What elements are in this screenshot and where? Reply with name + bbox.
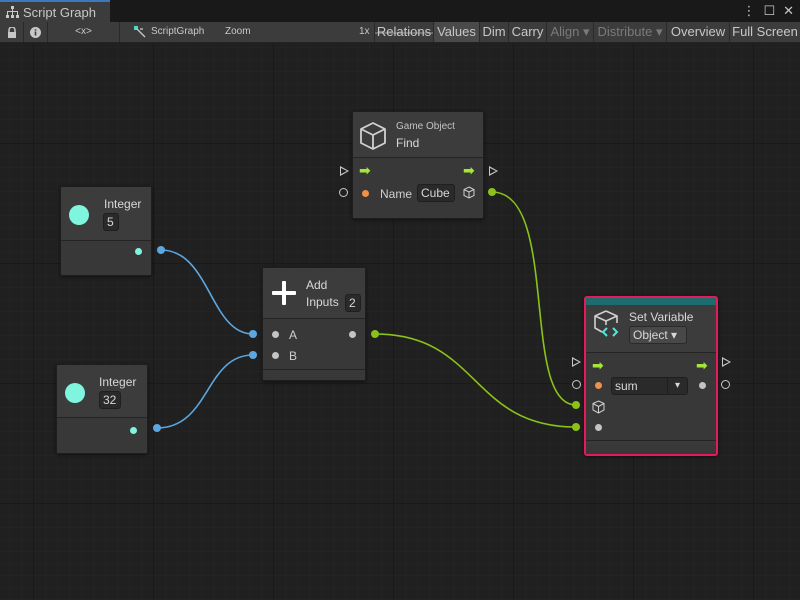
value-input-port[interactable]: [595, 424, 602, 431]
name-input-port[interactable]: [595, 382, 602, 389]
script-graph-icon: [134, 26, 146, 38]
integer-value-field[interactable]: 32: [99, 391, 121, 409]
node-integer-5[interactable]: Integer 5: [60, 186, 152, 276]
node-title: Add: [306, 278, 328, 292]
integer-output-port[interactable]: [135, 248, 142, 255]
graph-name[interactable]: ScriptGraph: [151, 22, 204, 42]
value-in-port[interactable]: [572, 380, 581, 389]
align-dropdown[interactable]: Align ▾: [547, 22, 594, 42]
relations-button[interactable]: Relations: [375, 22, 434, 42]
node-title: Integer: [104, 197, 142, 211]
sum-output-port[interactable]: [349, 331, 356, 338]
input-port-a[interactable]: [272, 331, 279, 338]
node-category: Game Object: [396, 121, 455, 132]
flow-input-arrow-icon: ➡: [592, 357, 604, 373]
flow-out-port[interactable]: [722, 357, 731, 367]
flow-out-port[interactable]: [489, 166, 498, 176]
node-gameobject-find[interactable]: Game Object Find ➡ ➡ Name Cube: [352, 111, 484, 219]
name-field[interactable]: Cube: [417, 184, 455, 202]
dim-button[interactable]: Dim: [480, 22, 509, 42]
flow-in-port[interactable]: [572, 357, 581, 367]
value-in-port[interactable]: [339, 188, 348, 197]
close-icon[interactable]: ✕: [783, 3, 794, 19]
embed-button[interactable]: <x>: [48, 22, 120, 42]
integer-value-field[interactable]: 5: [103, 213, 119, 231]
string-input-port[interactable]: [362, 190, 369, 197]
values-button[interactable]: Values: [434, 22, 480, 42]
node-title: Integer: [99, 375, 137, 389]
title-bar: Script Graph ⋮ ☐ ✕: [0, 0, 800, 22]
node-add[interactable]: Add Inputs 2 A B: [262, 267, 366, 381]
variable-cube-icon: [594, 310, 619, 337]
target-gameobject-icon: [592, 400, 605, 414]
gameobject-output-icon: [463, 186, 475, 199]
node-title: Find: [396, 136, 420, 150]
flow-in-port[interactable]: [340, 166, 349, 176]
lock-button[interactable]: [0, 22, 24, 42]
full-screen-button[interactable]: Full Screen: [730, 22, 800, 42]
port-a-label: A: [289, 328, 298, 342]
tab-script-graph[interactable]: Script Graph: [0, 0, 110, 22]
port-b-label: B: [289, 349, 298, 363]
node-title: Set Variable: [629, 310, 694, 324]
info-icon: [30, 27, 41, 38]
integer-icon: [69, 205, 89, 225]
flow-output-arrow-icon: ➡: [463, 162, 475, 178]
plus-icon: [272, 281, 296, 305]
inputs-count-field[interactable]: 2: [345, 294, 361, 312]
zoom-label: Zoom: [225, 26, 251, 37]
variable-name-field[interactable]: sum: [611, 377, 668, 395]
node-set-variable[interactable]: Set Variable Object ▾ ➡ ➡ sum ▾: [584, 296, 718, 456]
tab-label: Script Graph: [23, 5, 96, 20]
hierarchy-icon: [6, 6, 19, 18]
embed-icon: <x>: [75, 26, 92, 37]
flow-input-arrow-icon: ➡: [359, 162, 371, 178]
overview-button[interactable]: Overview: [667, 22, 730, 42]
input-port-b[interactable]: [272, 352, 279, 359]
integer-icon: [65, 383, 85, 403]
flow-output-arrow-icon: ➡: [696, 357, 708, 373]
node-integer-32[interactable]: Integer 32: [56, 364, 148, 454]
toolbar: <x> ScriptGraph Zoom 1x Relations Values…: [0, 22, 800, 43]
node-color-bar: [586, 298, 716, 305]
zoom-value: 1x: [359, 26, 370, 37]
graph-breadcrumb: ScriptGraph Zoom 1x: [120, 22, 475, 42]
lock-icon: [7, 26, 16, 38]
variable-name-dropdown[interactable]: ▾: [667, 377, 688, 395]
variable-kind-dropdown[interactable]: Object ▾: [629, 326, 687, 344]
cube-icon: [360, 122, 386, 150]
more-menu-icon[interactable]: ⋮: [742, 3, 755, 19]
distribute-dropdown[interactable]: Distribute ▾: [594, 22, 667, 42]
info-button[interactable]: [24, 22, 48, 42]
maximize-icon[interactable]: ☐: [763, 3, 775, 19]
inputs-label: Inputs: [306, 295, 339, 309]
value-output-port[interactable]: [699, 382, 706, 389]
value-out-port[interactable]: [721, 380, 730, 389]
carry-button[interactable]: Carry: [509, 22, 547, 42]
integer-output-port[interactable]: [130, 427, 137, 434]
input-label: Name: [380, 187, 413, 201]
